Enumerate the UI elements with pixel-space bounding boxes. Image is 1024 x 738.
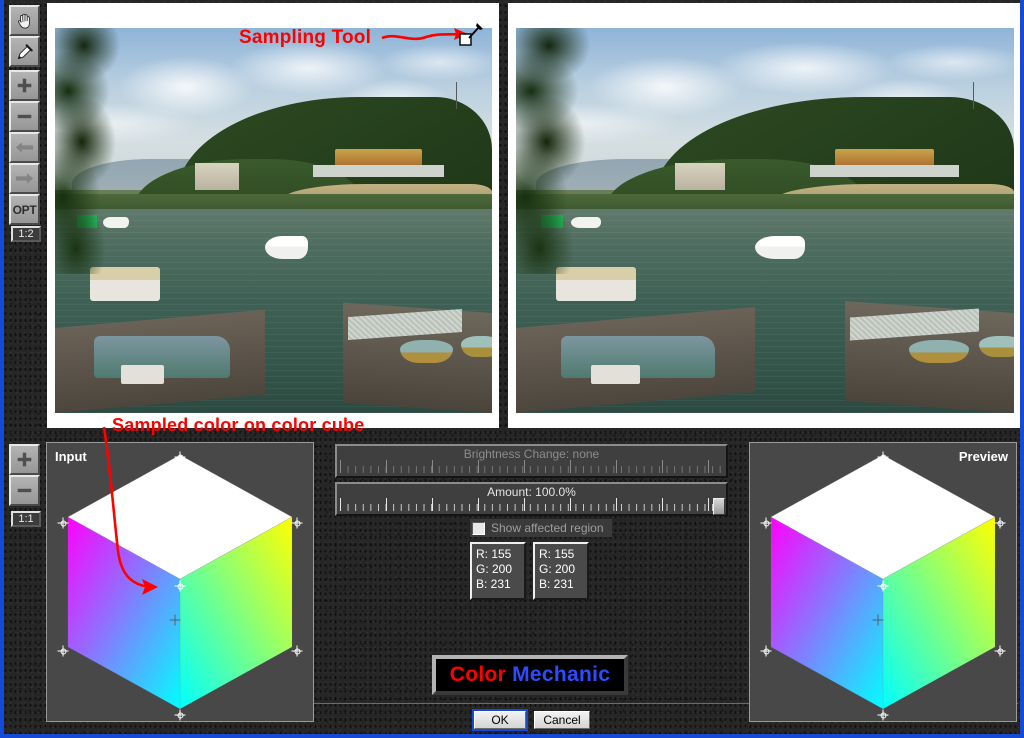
dinghy-two: [461, 336, 492, 358]
preview-handle-cyan[interactable]: [877, 709, 889, 721]
minus-icon: [16, 108, 33, 125]
result-image-panel[interactable]: [508, 3, 1020, 428]
arrow-right-icon: [15, 171, 34, 186]
cube-zoom-in-button[interactable]: [9, 444, 40, 475]
dinghy-one: [909, 339, 970, 363]
dinghy-one: [400, 339, 453, 363]
previous-button[interactable]: [9, 132, 40, 163]
result-photo[interactable]: [516, 28, 1014, 413]
source-photo[interactable]: [55, 28, 492, 413]
preview-color-cube-panel[interactable]: Preview: [749, 442, 1017, 722]
annotation-sampling-tool: Sampling Tool: [239, 27, 372, 48]
window-edge-left: [0, 0, 4, 738]
arrow-left-icon: [15, 140, 34, 155]
preview-color-marker[interactable]: [872, 614, 884, 626]
cube-handle-yellow[interactable]: [291, 517, 303, 529]
zoom-in-button[interactable]: [9, 70, 40, 101]
preview-handle-red[interactable]: [877, 451, 889, 463]
zoom-out-button[interactable]: [9, 101, 40, 132]
annotation-arrow-sampled: [102, 426, 158, 595]
source-image-panel[interactable]: [47, 3, 499, 428]
eyedropper-icon: [15, 42, 35, 62]
zoom-ratio-text: 1:2: [18, 228, 34, 240]
pylon: [973, 81, 975, 109]
photo-scene-result: [516, 28, 1014, 413]
input-cube-label: Input: [55, 449, 87, 464]
foreground-tree: [55, 28, 147, 275]
preview-handle-blue[interactable]: [760, 645, 772, 657]
options-button[interactable]: OPT: [9, 194, 40, 225]
sampled-color-marker[interactable]: [169, 614, 181, 626]
opt-label: OPT: [12, 202, 37, 217]
cube-zoom-ratio-indicator[interactable]: 1:1: [11, 511, 41, 527]
window-edge-bottom: [0, 734, 1024, 738]
eyedropper-tool-button[interactable]: [9, 36, 40, 67]
main-toolbar: OPT 1:2: [5, 0, 43, 430]
plus-icon: [16, 451, 33, 468]
preview-handle-center[interactable]: [877, 580, 889, 592]
cube-handle-blue[interactable]: [57, 645, 69, 657]
building: [675, 162, 726, 190]
barge-crate: [590, 364, 641, 385]
color-mechanic-window: OPT 1:2 Sampling Tool Sampled color on c…: [0, 0, 1024, 738]
hand-tool-button[interactable]: [9, 5, 40, 36]
cube-zoom-out-button[interactable]: [9, 475, 40, 506]
white-motorboat: [264, 235, 309, 259]
preview-handle-green[interactable]: [994, 645, 1006, 657]
dinghy-two: [979, 336, 1014, 358]
preview-handle-yellow[interactable]: [994, 517, 1006, 529]
preview-handle-magenta[interactable]: [760, 517, 772, 529]
cube-handle-cyan[interactable]: [174, 709, 186, 721]
minus-icon: [16, 482, 33, 499]
plus-icon: [16, 77, 33, 94]
barge-crate: [120, 364, 165, 385]
cube-zoom-ratio-text: 1:1: [18, 513, 34, 525]
cube-handle-green[interactable]: [291, 645, 303, 657]
temple-wall: [312, 164, 444, 177]
photo-scene: [55, 28, 492, 413]
cube-handle-magenta[interactable]: [57, 517, 69, 529]
cube-toolbar: 1:1: [5, 444, 43, 564]
preview-cube-label: Preview: [958, 449, 1008, 464]
temple-wall: [809, 164, 960, 177]
pylon: [456, 81, 458, 109]
hand-icon: [15, 11, 34, 30]
next-button[interactable]: [9, 163, 40, 194]
white-motorboat: [755, 235, 805, 259]
zoom-ratio-indicator[interactable]: 1:2: [11, 226, 41, 242]
eyedropper-cursor-icon: [459, 23, 483, 46]
foreground-tree: [516, 28, 621, 275]
window-edge-right: [1020, 0, 1024, 738]
building: [194, 162, 239, 190]
